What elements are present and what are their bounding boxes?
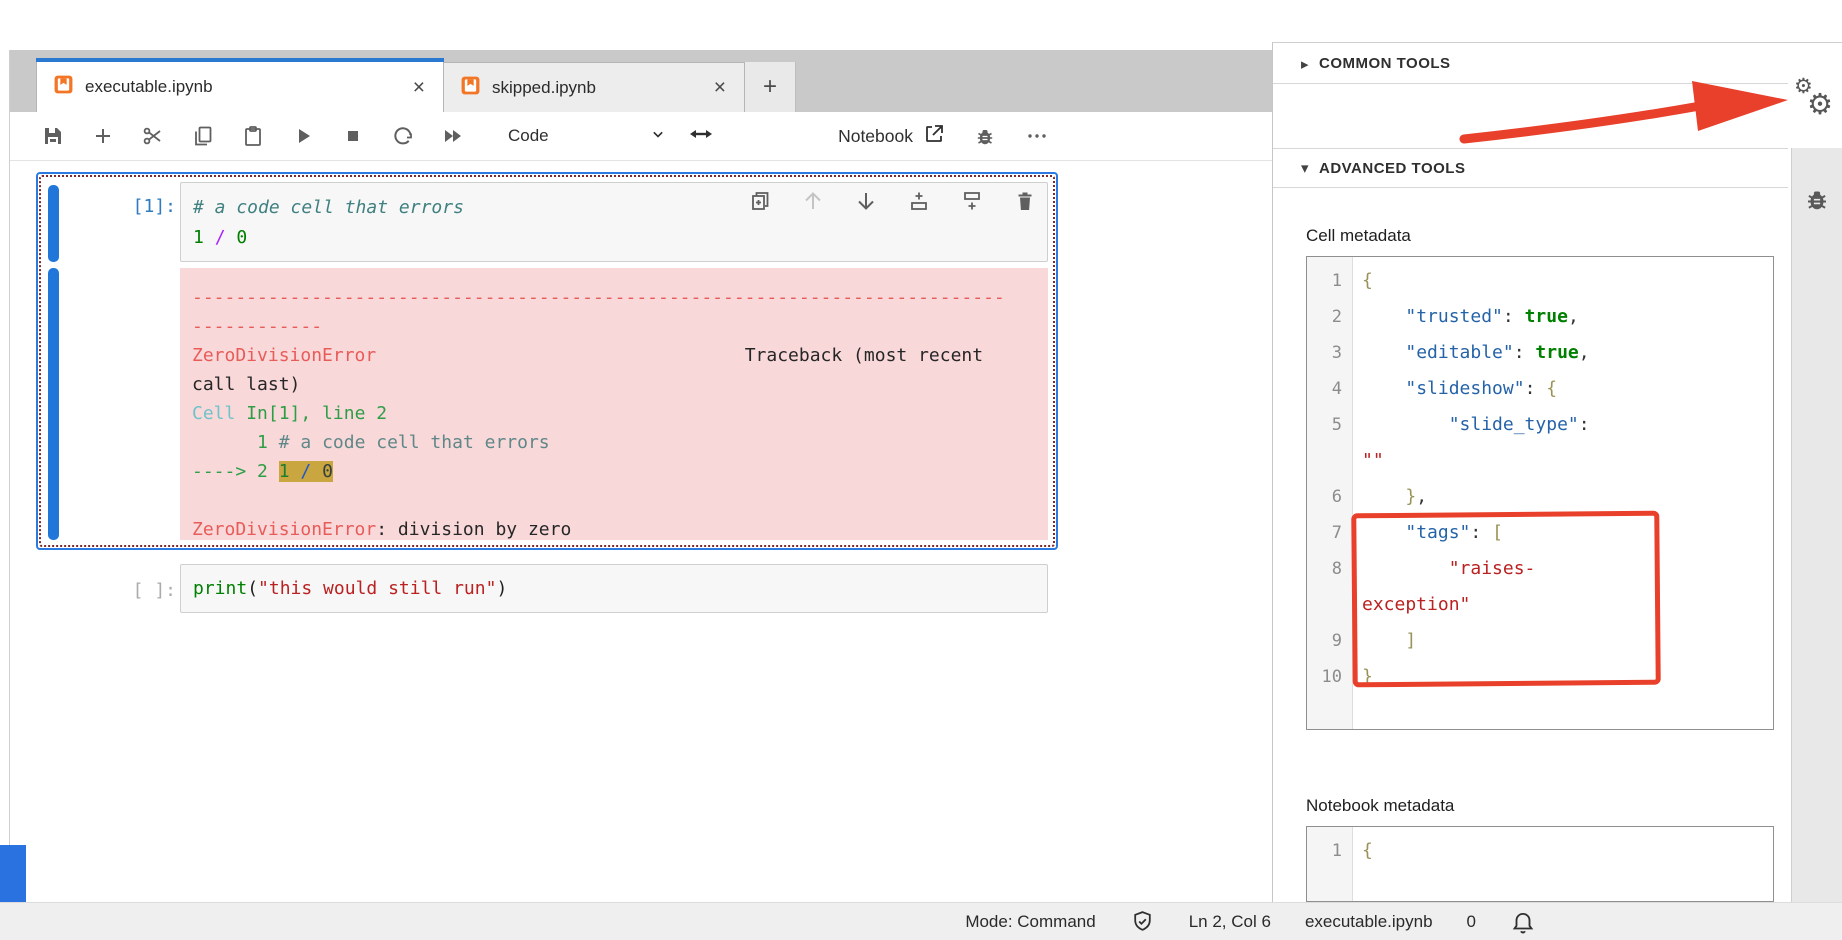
notebook-toolbar: Code Notebook — [10, 112, 1272, 161]
tab-label: executable.ipynb — [85, 77, 213, 97]
status-bar: Mode: Command Ln 2, Col 6 executable.ipy… — [0, 902, 1842, 940]
restart-run-all-button[interactable] — [440, 123, 466, 149]
notebook-mode-indicator: Mode: Command — [965, 912, 1095, 932]
caret-right-icon: ▸ — [1301, 55, 1319, 73]
editor-row: 6 }, — [1307, 479, 1773, 515]
editor-row: 1{ — [1307, 833, 1773, 869]
background-cell-collapser-fragment — [0, 845, 26, 902]
jupyterlab-window: executable.ipynb × skipped.ipynb × + — [0, 0, 1842, 940]
cell-type-select[interactable]: Code — [508, 124, 668, 149]
cut-cells-button[interactable] — [140, 123, 166, 149]
tab-skipped-ipynb[interactable]: skipped.ipynb × — [444, 62, 745, 112]
cell-metadata-label: Cell metadata — [1306, 226, 1411, 246]
editor-row: exception" — [1307, 587, 1773, 623]
cell-metadata-editor[interactable]: 1{2 "trusted": true,3 "editable": true,4… — [1306, 256, 1774, 730]
code-line: print("this would still run") — [193, 574, 1035, 604]
insert-cell-above-button[interactable] — [906, 188, 932, 214]
cursor-position[interactable]: Ln 2, Col 6 — [1189, 912, 1271, 932]
editor-row: 1{ — [1307, 263, 1773, 299]
new-tab-button[interactable]: + — [745, 62, 796, 112]
notebook-metadata-editor[interactable]: 1{ — [1306, 826, 1774, 902]
editor-row: 10} — [1307, 659, 1773, 695]
gear-icon: ⚙ — [1807, 87, 1833, 122]
input-collapser[interactable] — [48, 185, 59, 262]
resize-handle-icon[interactable] — [688, 122, 714, 151]
move-cell-up-button[interactable] — [800, 188, 826, 214]
external-link-icon — [913, 122, 946, 151]
tab-executable-ipynb[interactable]: executable.ipynb × — [36, 62, 444, 112]
interrupt-kernel-button[interactable] — [340, 123, 366, 149]
active-tab-indicator — [36, 58, 444, 62]
move-cell-down-button[interactable] — [853, 188, 879, 214]
tab-label: skipped.ipynb — [492, 78, 596, 98]
code-cell-2[interactable]: print("this would still run") — [180, 564, 1048, 613]
editor-row: 5 "slide_type": — [1307, 407, 1773, 443]
save-button[interactable] — [40, 123, 66, 149]
cell-toolbar — [747, 188, 1038, 214]
editor-row: 4 "slideshow": { — [1307, 371, 1773, 407]
editor-row: 8 "raises- — [1307, 551, 1773, 587]
trusted-shield-check-icon[interactable] — [1130, 909, 1155, 934]
delete-cell-button[interactable] — [1012, 188, 1038, 214]
advanced-tools-section-header[interactable]: ▾ ADVANCED TOOLS — [1273, 148, 1788, 188]
notification-count[interactable]: 0 — [1467, 912, 1476, 932]
active-filename: executable.ipynb — [1305, 912, 1433, 932]
duplicate-cell-button[interactable] — [747, 188, 773, 214]
editor-row: 3 "editable": true, — [1307, 335, 1773, 371]
chevron-down-icon — [648, 124, 668, 149]
more-commands-button[interactable] — [1024, 123, 1050, 149]
execution-count-prompt: [1]: — [96, 194, 176, 220]
error-output: ----------------------------------------… — [180, 268, 1048, 540]
window-left-border — [9, 50, 10, 902]
editor-row: 2 "trusted": true, — [1307, 299, 1773, 335]
execution-count-prompt-empty: [ ]: — [96, 578, 176, 604]
common-tools-section-header[interactable]: ▸ COMMON TOOLS — [1273, 44, 1788, 84]
copy-cells-button[interactable] — [190, 123, 216, 149]
debugger-sidebar-tab[interactable] — [1802, 184, 1832, 902]
paste-cells-button[interactable] — [240, 123, 266, 149]
traceback-text: ----------------------------------------… — [192, 283, 1036, 540]
cell-type-value: Code — [508, 126, 549, 146]
notebook-metadata-label: Notebook metadata — [1306, 796, 1454, 816]
annotation-arrow — [1452, 76, 1797, 154]
output-collapser[interactable] — [48, 268, 59, 540]
editor-row: 7 "tags": [ — [1307, 515, 1773, 551]
kernel-indicator[interactable]: Notebook — [838, 122, 946, 151]
code-line: 1 / 0 — [193, 223, 1035, 253]
run-cell-button[interactable] — [290, 123, 316, 149]
insert-cell-below-button[interactable] — [959, 188, 985, 214]
editor-row: "" — [1307, 443, 1773, 479]
insert-cell-button[interactable] — [90, 123, 116, 149]
notebook-file-icon — [53, 74, 74, 100]
kernel-name: Notebook — [838, 126, 913, 147]
restart-kernel-button[interactable] — [390, 123, 416, 149]
right-sidebar-rail — [1791, 148, 1842, 902]
close-icon[interactable]: × — [712, 77, 728, 98]
section-label: COMMON TOOLS — [1319, 55, 1451, 72]
close-icon[interactable]: × — [411, 77, 427, 98]
code-cell-1[interactable]: [1]: # a code cell that errors 1 / 0 — [36, 172, 1058, 550]
notebook-file-icon — [460, 75, 481, 101]
editor-row: 9 ] — [1307, 623, 1773, 659]
section-label: ADVANCED TOOLS — [1319, 160, 1465, 177]
property-inspector-gears-icon[interactable]: ⚙ ⚙ — [1792, 76, 1840, 130]
bell-icon[interactable] — [1510, 909, 1536, 935]
sidebar-top-border — [1273, 42, 1842, 43]
debugger-toggle-button[interactable] — [972, 123, 998, 149]
caret-down-icon: ▾ — [1301, 159, 1319, 177]
